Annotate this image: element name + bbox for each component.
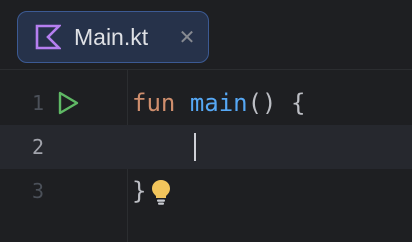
text-caret (194, 133, 196, 161)
editor-tab-bar: Main.kt ✕ (0, 0, 412, 70)
kotlin-file-icon (35, 24, 61, 50)
keyword-token: fun (132, 89, 176, 117)
code-line[interactable]: 1 fun main() { (0, 81, 412, 125)
line-number: 3 (31, 179, 44, 203)
tab-label: Main.kt (74, 24, 149, 50)
code-line-current[interactable]: 2 (0, 125, 412, 169)
run-icon[interactable] (56, 91, 80, 115)
code-line[interactable]: 3 } (0, 169, 412, 213)
code-editor-window: Main.kt ✕ 1 fun main() { 2 3 } (0, 0, 412, 242)
code-text: } (132, 169, 146, 213)
function-name-token: main (189, 89, 248, 117)
lightbulb-icon[interactable] (149, 178, 173, 206)
close-icon[interactable]: ✕ (176, 25, 198, 49)
line-number: 2 (31, 135, 44, 159)
punctuation-token: () { (247, 89, 306, 117)
code-text: fun main() { (132, 81, 305, 125)
punctuation-token: } (132, 177, 147, 205)
tab-main-kt[interactable]: Main.kt ✕ (17, 11, 209, 63)
line-number: 1 (31, 91, 44, 115)
